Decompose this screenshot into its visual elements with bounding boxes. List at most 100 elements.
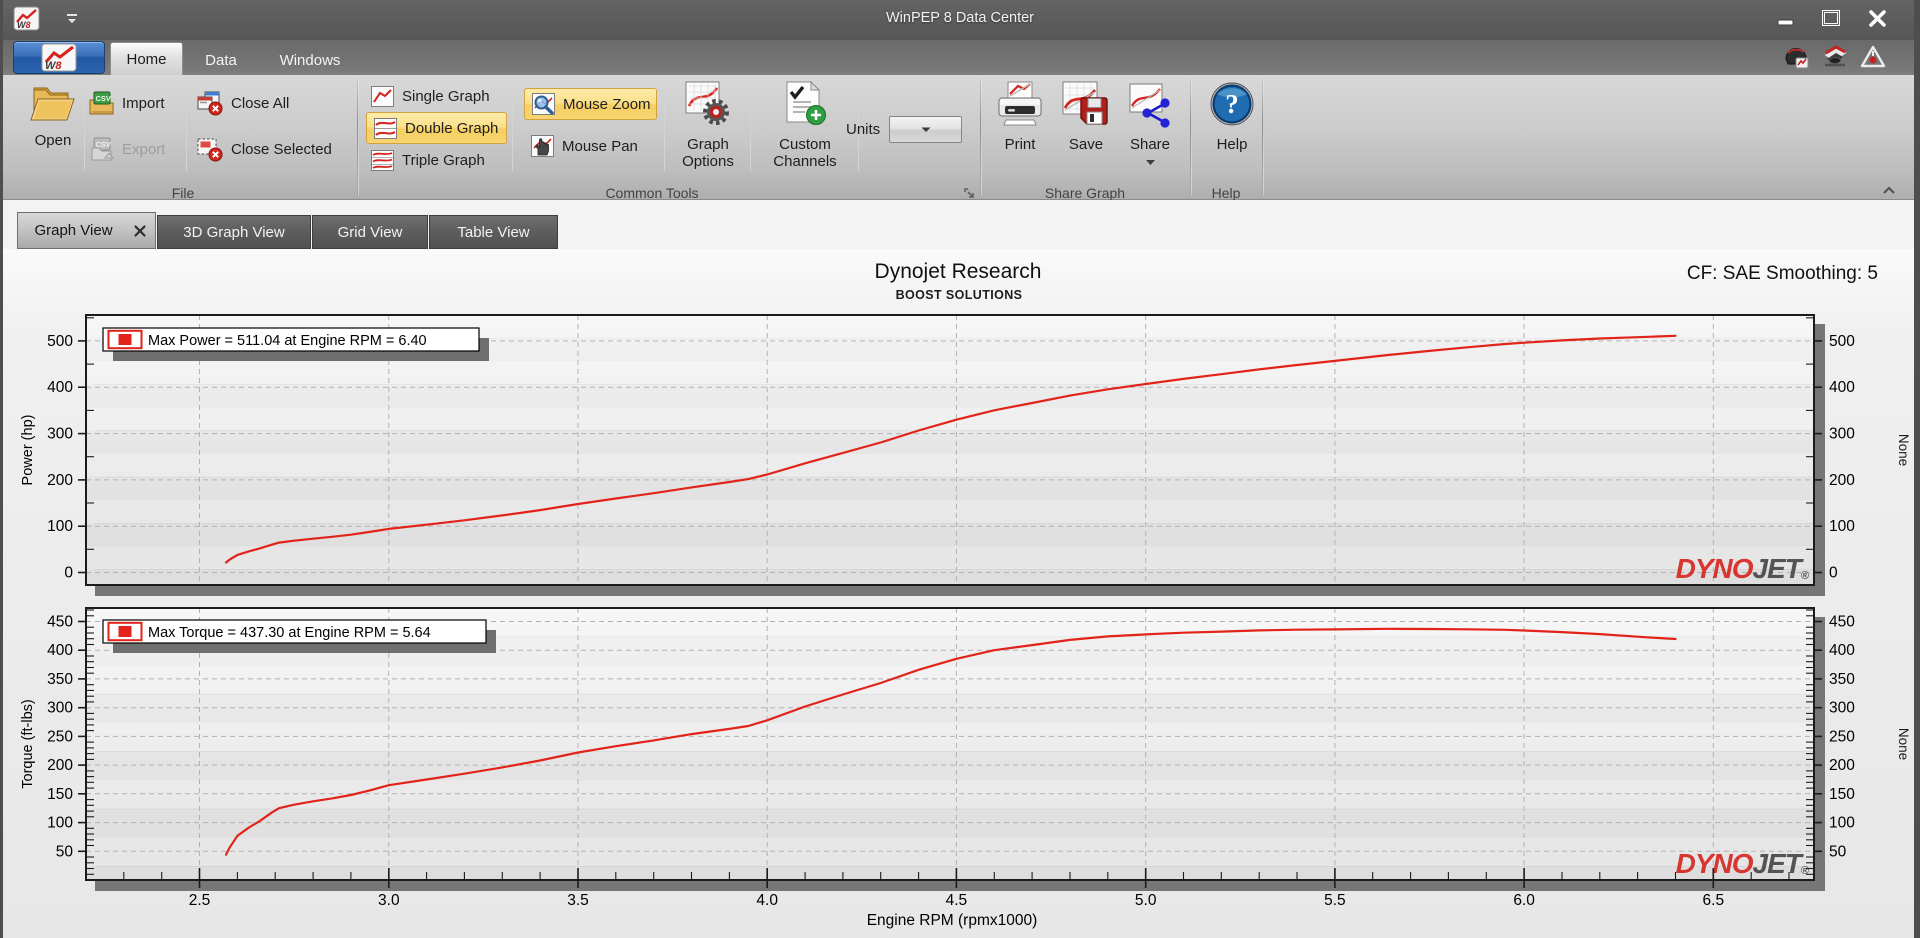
double-graph-label: Double Graph [405, 119, 499, 137]
tab-table-view[interactable]: Table View [429, 215, 558, 249]
window-title: WinPEP 8 Data Center [885, 10, 1035, 26]
import-label: Import [122, 94, 165, 112]
mouse-pan-button[interactable]: Mouse Pan [530, 134, 638, 158]
close-button[interactable] [1862, 6, 1892, 30]
minimize-icon [1777, 19, 1793, 26]
tab-3d-graph-view[interactable]: 3D Graph View [157, 215, 311, 249]
torque-legend: Max Torque = 437.30 at Engine RPM = 5.64 [102, 619, 496, 653]
share-dropdown-icon [1145, 160, 1155, 165]
maximize-button[interactable] [1816, 6, 1846, 30]
custom-channels-label: Custom Channels [773, 136, 837, 170]
svg-text:0: 0 [1829, 565, 1838, 582]
svg-text:450: 450 [47, 614, 73, 631]
print-button[interactable]: Print [990, 80, 1050, 153]
import-button[interactable]: CSV Import [88, 90, 165, 116]
ribbon-tab-home[interactable]: Home [110, 42, 183, 75]
mouse-zoom-icon [532, 93, 555, 115]
single-graph-icon [371, 86, 394, 107]
svg-text:150: 150 [47, 786, 73, 803]
close-all-button[interactable]: Close All [196, 90, 289, 117]
x-tick-labels: 2.5 3.0 3.5 4.0 4.5 5.0 5.5 6.0 6.5 [189, 892, 1724, 909]
svg-text:6.5: 6.5 [1703, 892, 1725, 909]
svg-text:0: 0 [64, 565, 73, 582]
single-graph-label: Single Graph [402, 88, 490, 105]
tab-grid-view-label: Grid View [337, 223, 403, 241]
tab-table-view-label: Table View [457, 223, 530, 241]
units-combobox[interactable] [889, 116, 962, 143]
graph-options-button[interactable]: Graph Options [676, 80, 740, 170]
tab-close-icon[interactable] [133, 224, 147, 238]
cf-smoothing-label: CF: SAE Smoothing: 5 [1687, 263, 1878, 284]
titlebar: W8 WinPEP 8 Data Center [0, 0, 1920, 40]
svg-text:300: 300 [1829, 426, 1855, 443]
import-csv-icon: CSV [89, 91, 114, 115]
hazard-tool-icon[interactable] [1859, 43, 1887, 71]
window-border-right [1914, 0, 1920, 938]
export-button[interactable]: CSV Export [88, 136, 165, 162]
close-selected-label: Close Selected [231, 141, 332, 158]
dynojet-watermark: DYNOJET® [1676, 553, 1809, 584]
svg-text:500: 500 [47, 333, 73, 350]
svg-text:3.5: 3.5 [567, 892, 589, 909]
export-csv-icon: CSV [91, 137, 115, 161]
svg-text:Max Torque = 437.30 at Engine: Max Torque = 437.30 at Engine RPM = 5.64 [148, 625, 431, 641]
svg-text:5.0: 5.0 [1135, 892, 1157, 909]
minimize-button[interactable] [1770, 6, 1800, 30]
dyno-charts[interactable]: Dynojet Research BOOST SOLUTIONS CF: SAE S… [0, 249, 1920, 938]
single-graph-button[interactable]: Single Graph [370, 85, 490, 108]
close-all-icon [197, 91, 223, 116]
svg-text:250: 250 [47, 728, 73, 745]
svg-text:2.5: 2.5 [189, 892, 211, 909]
svg-text:400: 400 [1829, 379, 1855, 396]
open-button[interactable]: Open [22, 80, 84, 149]
svg-text:400: 400 [47, 379, 73, 396]
svg-text:?: ? [1225, 89, 1239, 119]
svg-text:5.5: 5.5 [1324, 892, 1346, 909]
ribbon-tab-data[interactable]: Data [190, 46, 252, 75]
ribbon-tab-row: W8 Home Data Windows [0, 40, 1920, 75]
winpep-logo-icon: W8 [41, 43, 77, 72]
custom-channels-button[interactable]: Custom Channels [756, 80, 854, 170]
help-button[interactable]: ? Help [1202, 80, 1262, 153]
svg-text:400: 400 [1829, 642, 1855, 659]
tab-graph-view[interactable]: Graph View [17, 212, 156, 249]
svg-text:3.0: 3.0 [378, 892, 400, 909]
chart-subtitle: BOOST SOLUTIONS [896, 288, 1023, 302]
help-button-label: Help [1216, 136, 1248, 153]
close-selected-button[interactable]: Close Selected [196, 136, 332, 163]
svg-text:100: 100 [1829, 518, 1855, 535]
help-icon: ? [1210, 82, 1254, 126]
ribbon-tab-windows[interactable]: Windows [264, 46, 356, 75]
power-plot: DYNOJET® 0 0 100 100 200 200 300 300 400 400 500 500… [20, 314, 1911, 596]
common-tools-group-label: Common Tools [605, 185, 699, 201]
share-button[interactable]: Share [1122, 80, 1178, 171]
power-legend: Max Power = 511.04 at Engine RPM = 6.40 [102, 327, 489, 361]
double-graph-button[interactable]: Double Graph [366, 112, 507, 144]
tab-graph-view-label: Graph View [34, 222, 113, 239]
mouse-pan-icon [531, 135, 554, 157]
open-folder-icon [30, 87, 75, 121]
svg-text:300: 300 [47, 700, 73, 717]
y-axis-title: Power (hp) [20, 415, 36, 486]
maximize-icon [1822, 9, 1840, 26]
helmet-tool-icon[interactable] [1782, 43, 1810, 71]
svg-text:100: 100 [47, 815, 73, 832]
save-button[interactable]: Save [1056, 80, 1116, 153]
application-menu-button[interactable]: W8 [13, 41, 105, 74]
svg-text:50: 50 [56, 843, 74, 860]
dyno-tool-icon[interactable] [1821, 43, 1849, 71]
mouse-zoom-button[interactable]: Mouse Zoom [524, 88, 657, 120]
chevron-down-icon [921, 127, 930, 132]
triple-graph-button[interactable]: Triple Graph [370, 149, 485, 172]
share-label: Share [1129, 136, 1171, 153]
dialog-launcher-icon[interactable] [963, 187, 976, 200]
y-axis-title-right: None [1896, 434, 1911, 466]
save-label: Save [1068, 136, 1104, 153]
svg-text:100: 100 [47, 518, 73, 535]
export-label: Export [122, 140, 166, 158]
tab-grid-view[interactable]: Grid View [312, 215, 428, 249]
ribbon-collapse-icon[interactable] [1880, 184, 1898, 199]
double-graph-icon [374, 117, 397, 139]
svg-text:100: 100 [1829, 815, 1855, 832]
graph-options-icon [685, 81, 729, 125]
